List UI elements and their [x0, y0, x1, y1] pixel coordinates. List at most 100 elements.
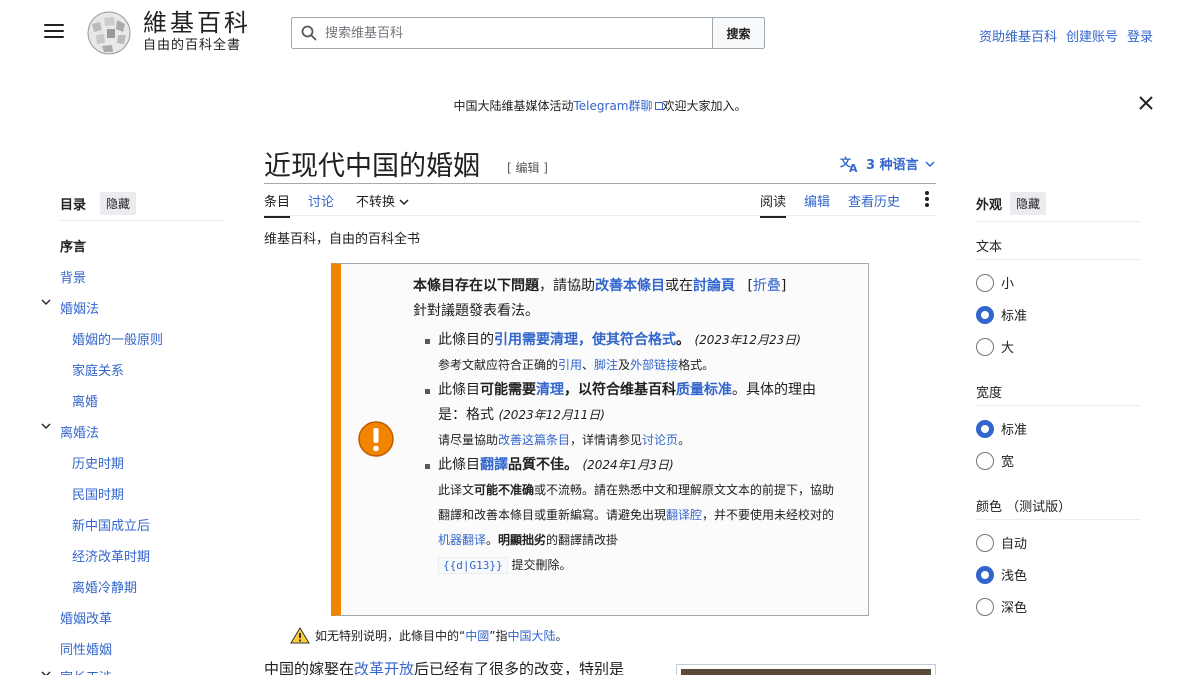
toc-item[interactable]: 历史时期	[72, 453, 124, 472]
toc-item[interactable]: 背景	[60, 267, 86, 286]
detail-text: 提交刪除。	[511, 558, 572, 572]
citation-link[interactable]: 引用	[558, 358, 582, 372]
tab-talk[interactable]: 讨论	[308, 191, 334, 210]
collapse-link[interactable]: 折叠	[753, 278, 781, 294]
translation-link[interactable]: 翻譯	[480, 457, 508, 473]
note-text: 如无特别说明，此條目中的“	[315, 629, 466, 643]
improve-article-link[interactable]: 改善这篇条目	[498, 433, 570, 447]
detail-text: 的翻譯請改掛	[546, 533, 619, 547]
radio-button[interactable]	[976, 533, 994, 552]
toc-item[interactable]: 经济改革时期	[72, 546, 150, 565]
quality-standard-link[interactable]: 质量标准	[676, 382, 732, 398]
detail-text: 及	[618, 358, 631, 372]
improve-link[interactable]: 改善本條目	[595, 278, 665, 294]
text-size-large[interactable]: 大	[976, 337, 1014, 356]
user-links: 资助维基百科 创建账号 登录	[979, 26, 1153, 45]
close-icon[interactable]	[1138, 95, 1154, 111]
main-menu-button[interactable]	[44, 24, 64, 40]
radio-label: 宽	[1001, 455, 1015, 470]
radio-label: 小	[1001, 277, 1015, 292]
radio-button[interactable]	[976, 451, 994, 470]
wordmark[interactable]: 維基百科 自由的百科全書	[143, 9, 251, 55]
radio-button[interactable]	[976, 419, 994, 438]
chevron-down-icon[interactable]	[41, 421, 51, 431]
tab-article[interactable]: 条目	[264, 191, 291, 218]
toc-hide-button[interactable]: 隐藏	[100, 192, 137, 215]
issue-date: (2024年1月3日)	[582, 458, 674, 472]
radio-button[interactable]	[976, 597, 994, 616]
toc-item[interactable]: 婚姻法	[60, 298, 99, 317]
issues-heading: 本條目存在以下問題	[413, 278, 539, 294]
chevron-down-icon[interactable]	[41, 669, 51, 675]
toc-item[interactable]: 离婚冷静期	[72, 577, 137, 596]
toc-item[interactable]: 离婚法	[60, 422, 99, 441]
toc-item[interactable]: 离婚	[72, 391, 98, 410]
note-text: ”指	[489, 629, 508, 643]
login-link[interactable]: 登录	[1127, 26, 1153, 45]
search-input[interactable]	[325, 25, 685, 41]
title-edit-link[interactable]: [ 编辑 ]	[507, 159, 548, 176]
tab-history[interactable]: 查看历史	[848, 191, 900, 210]
talk-link[interactable]: 讨论页	[642, 433, 678, 447]
color-auto[interactable]: 自动	[976, 533, 1027, 552]
intro-end: 針對議題發表看法。	[413, 303, 539, 319]
appearance-header: 外观 隐藏	[976, 192, 1047, 215]
language-button[interactable]: 文A 3 种语言	[840, 154, 935, 173]
chevron-down-icon[interactable]	[41, 297, 51, 307]
radio-label: 大	[1001, 341, 1015, 356]
toc-item[interactable]: 序言	[60, 236, 86, 255]
text-size-standard[interactable]: 标准	[976, 305, 1027, 324]
warning-icon	[358, 421, 394, 457]
radio-button[interactable]	[976, 273, 994, 292]
toc-item[interactable]: 同性婚姻	[60, 639, 112, 658]
detail-text: 明顯拙劣	[498, 533, 547, 547]
radio-button[interactable]	[976, 565, 994, 584]
wordmark-title: 維基百科	[143, 9, 251, 37]
footnote-link[interactable]: 脚注	[594, 358, 618, 372]
tab-edit[interactable]: 编辑	[804, 191, 830, 210]
tab-variant[interactable]: 不转换	[356, 191, 409, 210]
issue-detail: 参考文献应符合正确的引用、脚注及外部链接格式。	[438, 353, 843, 378]
more-actions-icon[interactable]	[924, 190, 930, 208]
toc-item[interactable]: 新中国成立后	[72, 515, 150, 534]
article-image[interactable]	[676, 664, 936, 675]
width-wide[interactable]: 宽	[976, 451, 1014, 470]
toc-item[interactable]: 民国时期	[72, 484, 124, 503]
color-light[interactable]: 浅色	[976, 565, 1027, 584]
reform-link[interactable]: 改革开放	[354, 660, 414, 675]
external-links-link[interactable]: 外部链接	[630, 358, 678, 372]
wikipedia-globe-logo[interactable]	[84, 10, 134, 56]
donate-link[interactable]: 资助维基百科	[979, 26, 1057, 45]
toc-item[interactable]: 婚姻的一般原则	[72, 329, 163, 348]
color-dark[interactable]: 深色	[976, 597, 1027, 616]
radio-label: 自动	[1001, 537, 1028, 552]
appearance-hide-button[interactable]: 隐藏	[1010, 192, 1047, 215]
toc-item[interactable]: 家长干涉	[60, 667, 112, 675]
machine-translation-link[interactable]: 机器翻译	[438, 533, 486, 547]
translationese-link[interactable]: 翻译腔	[666, 508, 702, 522]
search-button[interactable]: 搜索	[713, 17, 765, 49]
citation-cleanup-link[interactable]: 引用需要清理，使其符合格式	[494, 332, 676, 348]
cleanup-link[interactable]: 清理	[536, 382, 564, 398]
issue-item: 此條目的引用需要清理，使其符合格式。 (2023年12月23日) 参考文献应符合…	[413, 328, 843, 378]
toc-item[interactable]: 家庭关系	[72, 360, 124, 379]
talk-page-link[interactable]: 討論頁	[693, 278, 735, 294]
search-box[interactable]	[291, 17, 713, 49]
radio-button[interactable]	[976, 337, 994, 356]
width-standard[interactable]: 标准	[976, 419, 1027, 438]
tab-read[interactable]: 阅读	[760, 191, 787, 218]
radio-button[interactable]	[976, 305, 994, 324]
china-link[interactable]: 中國	[465, 629, 489, 643]
telegram-link[interactable]: Telegram群聊	[574, 99, 653, 113]
toc-item[interactable]: 婚姻改革	[60, 608, 112, 627]
text-size-small[interactable]: 小	[976, 273, 1014, 292]
template-code[interactable]: {{d|G13}}	[438, 557, 508, 574]
toc-header: 目录 隐藏	[60, 192, 137, 215]
detail-text: 请尽量協助	[438, 433, 499, 447]
radio-label: 标准	[1001, 423, 1028, 438]
issue-item: 此條目可能需要清理，以符合维基百科质量标准。具体的理由是：格式 (2023年12…	[413, 378, 843, 453]
mainland-china-link[interactable]: 中国大陆	[507, 629, 555, 643]
create-account-link[interactable]: 创建账号	[1066, 26, 1118, 45]
detail-text: 可能不准确	[474, 483, 535, 497]
region-note: 如无特别说明，此條目中的“中國”指中国大陆。	[290, 627, 567, 644]
